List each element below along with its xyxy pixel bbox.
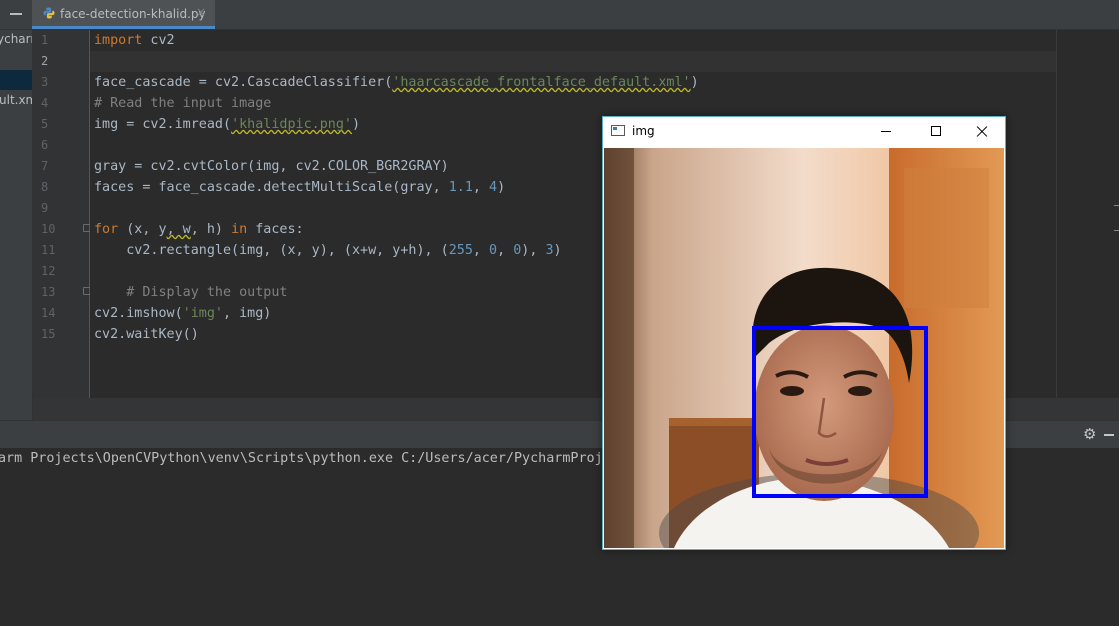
python-file-icon: [43, 7, 55, 19]
right-eye: [848, 386, 872, 396]
line-number: 11: [41, 243, 56, 257]
code-line-15: cv2.waitKey(): [94, 327, 199, 342]
detection-image: [604, 148, 1004, 548]
line-number: 1: [41, 33, 49, 47]
line-number: 3: [41, 75, 49, 89]
line-number: 9: [41, 201, 49, 215]
line-number: 4: [41, 96, 49, 110]
console-output-line: arm Projects\OpenCVPython\venv\Scripts\p…: [0, 451, 635, 466]
code-line-8: faces = face_cascade.detectMultiScale(gr…: [94, 180, 506, 195]
hide-panel-icon[interactable]: [1104, 434, 1114, 436]
project-name[interactable]: ycharm: [0, 32, 32, 46]
code-line-11: cv2.rectangle(img, (x, y), (x+w, y+h), (…: [94, 243, 562, 258]
window-title: img: [632, 124, 655, 138]
line-number: 12: [41, 264, 56, 278]
line-number: 10: [41, 222, 56, 236]
code-line-1: import cv2: [94, 33, 175, 48]
door-panel: [904, 168, 989, 308]
code-line-3: face_cascade = cv2.CascadeClassifier('ha…: [94, 75, 699, 90]
editor-tab[interactable]: face-detection-khalid.py ×: [32, 0, 215, 29]
code-line-10: for (x, y, w, h) in faces:: [94, 222, 304, 237]
code-line-14: cv2.imshow('img', img): [94, 306, 272, 321]
opencv-window-icon: [611, 125, 625, 136]
line-number: 15: [41, 327, 56, 341]
editor-marker-strip[interactable]: [1057, 30, 1119, 398]
editor-tab-label: face-detection-khalid.py: [60, 7, 206, 21]
face-photo: [604, 148, 1004, 548]
marker-tick: [1114, 205, 1119, 206]
marker-tick: [1114, 230, 1119, 231]
close-icon[interactable]: [959, 117, 1005, 147]
line-number: 2: [41, 54, 49, 68]
line-number: 5: [41, 117, 49, 131]
window-titlebar[interactable]: img: [603, 117, 1005, 147]
line-number-gutter: 1 2 3 4 5 6 7 8 9 10 11 12 13 14 15: [33, 30, 91, 398]
line-number: 6: [41, 138, 49, 152]
left-door-frame: [604, 148, 634, 548]
code-line-13: # Display the output: [94, 285, 288, 300]
line-number: 13: [41, 285, 56, 299]
opencv-image-window[interactable]: img: [602, 116, 1006, 550]
cabinet-top: [669, 418, 759, 426]
code-line-5: img = cv2.imread('khalidpic.png'): [94, 117, 361, 132]
project-file[interactable]: ult.xml: [0, 93, 32, 107]
left-eye: [780, 386, 804, 396]
maximize-icon[interactable]: [913, 117, 959, 147]
line-number: 8: [41, 180, 49, 194]
close-icon[interactable]: ×: [196, 5, 206, 19]
selected-tree-item[interactable]: [0, 70, 32, 90]
editor-tab-bar: face-detection-khalid.py ×: [0, 0, 1119, 30]
collapse-icon[interactable]: [10, 13, 22, 15]
settings-gear-icon[interactable]: ⚙: [1083, 425, 1096, 443]
code-line-4: # Read the input image: [94, 96, 272, 111]
line-number: 7: [41, 159, 49, 173]
project-sidebar: ycharm ult.xml: [0, 30, 33, 420]
line-number: 14: [41, 306, 56, 320]
minimize-icon[interactable]: [863, 117, 909, 147]
code-line-7: gray = cv2.cvtColor(img, cv2.COLOR_BGR2G…: [94, 159, 449, 174]
current-line-highlight: [90, 51, 1119, 72]
